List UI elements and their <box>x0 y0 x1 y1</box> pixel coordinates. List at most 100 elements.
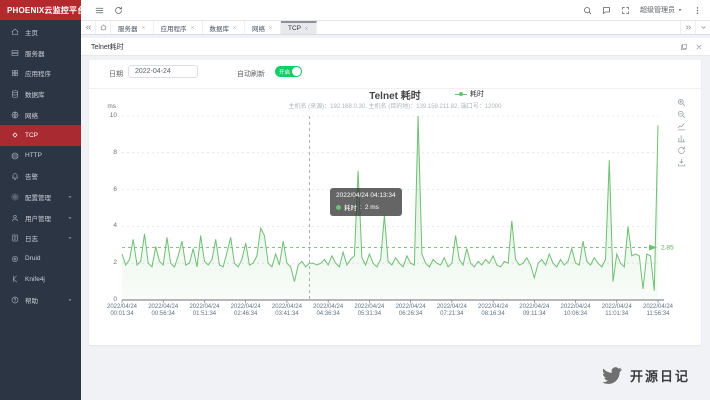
server-icon <box>11 49 19 57</box>
tab-bar: 服务器 应用程序 数据库 网络 TCP <box>81 21 710 35</box>
sidebar-item-配置管理[interactable]: 配置管理 <box>0 187 81 208</box>
home-icon <box>11 28 19 36</box>
x-tick-label: 2022/04/2401:51:34 <box>183 304 225 318</box>
config-icon <box>11 193 19 201</box>
sidebar-item-label: Knife4j <box>25 276 45 283</box>
search-icon[interactable] <box>583 6 592 15</box>
close-tab-icon[interactable] <box>268 25 273 30</box>
sidebar-item-HTTP[interactable]: HTTP <box>0 146 81 167</box>
user-icon <box>11 214 19 222</box>
sidebar-item-应用程序[interactable]: 应用程序 <box>0 63 81 84</box>
average-markline-label: 2.85 <box>661 245 674 252</box>
sidebar-item-label: TCP <box>25 132 38 139</box>
sidebar-item-主页[interactable]: 主页 <box>0 22 81 43</box>
sidebar-item-日志[interactable]: 日志 <box>0 228 81 249</box>
sidebar-item-Druid[interactable]: Druid <box>0 249 81 270</box>
zoom-reset-icon[interactable] <box>677 110 686 119</box>
x-tick-label: 2022/04/2409:11:34 <box>513 304 555 318</box>
x-tick-label: 2022/04/2410:06:34 <box>555 304 597 318</box>
tabs-scroll-left-icon[interactable] <box>81 21 96 34</box>
sidebar-item-TCP[interactable]: TCP <box>0 125 81 146</box>
chart-card: 日期 自动刷新 开启 Telnet 耗时 耗时 主机名 (来源)：192.168… <box>89 60 701 345</box>
x-tick-label: 2022/04/2411:01:34 <box>596 304 638 318</box>
sidebar-item-label: 网络 <box>25 110 38 120</box>
content-area: 日期 自动刷新 开启 Telnet 耗时 耗时 主机名 (来源)：192.168… <box>81 56 710 400</box>
open-in-window-icon[interactable] <box>680 43 688 51</box>
chart-toolbox <box>677 98 686 167</box>
close-tab-icon[interactable] <box>141 25 146 30</box>
main-area: 超级管理员 服务器 应用程序 数据库 网络 TCP Telnet耗时 <box>81 0 710 400</box>
x-tick-label: 2022/04/2400:01:34 <box>101 304 143 318</box>
restore-icon[interactable] <box>677 146 686 155</box>
close-panel-icon[interactable] <box>695 43 703 51</box>
sidebar-item-告警[interactable]: 告警 <box>0 166 81 187</box>
tab-label: 网络 <box>252 23 265 33</box>
tabs-menu-icon[interactable] <box>695 21 710 34</box>
x-tick-label: 2022/04/2408:16:34 <box>472 304 514 318</box>
refresh-icon[interactable] <box>114 6 123 15</box>
tab-TCP[interactable]: TCP <box>281 21 317 34</box>
http-icon <box>11 152 19 160</box>
x-tick-label: 2022/04/2407:21:34 <box>431 304 473 318</box>
y-tick-label: 2 <box>89 259 117 266</box>
hamburger-icon[interactable] <box>95 6 104 15</box>
sidebar-item-label: 应用程序 <box>25 68 51 78</box>
sidebar-item-label: HTTP <box>25 152 42 159</box>
sidebar-item-用户管理[interactable]: 用户管理 <box>0 207 81 228</box>
close-tab-icon[interactable] <box>190 25 195 30</box>
tabs-scroll-right-icon[interactable] <box>680 21 695 34</box>
tab-label: 应用程序 <box>161 23 187 33</box>
panel-header: Telnet耗时 <box>81 38 710 56</box>
chevron-down-icon <box>67 215 73 221</box>
sidebar-item-label: 日志 <box>25 233 38 243</box>
sidebar-item-数据库[interactable]: 数据库 <box>0 84 81 105</box>
kebab-menu-icon[interactable] <box>693 6 702 15</box>
tab-服务器[interactable]: 服务器 <box>111 21 154 34</box>
x-tick-label: 2022/04/2402:46:34 <box>225 304 267 318</box>
y-tick-label: 10 <box>89 112 117 119</box>
tab-网络[interactable]: 网络 <box>245 21 281 34</box>
close-tab-icon[interactable] <box>304 26 309 31</box>
close-tab-icon[interactable] <box>232 25 237 30</box>
sidebar-item-帮助[interactable]: 帮助 <box>0 290 81 311</box>
fullscreen-icon[interactable] <box>621 6 630 15</box>
message-icon[interactable] <box>602 6 611 15</box>
sidebar-item-服务器[interactable]: 服务器 <box>0 43 81 64</box>
sidebar-item-Knife4j[interactable]: Knife4j <box>0 269 81 290</box>
chart-plot[interactable]: 2.85 <box>89 60 701 345</box>
x-tick-label: 2022/04/2403:41:34 <box>266 304 308 318</box>
tab-应用程序[interactable]: 应用程序 <box>154 21 203 34</box>
tab-home-icon[interactable] <box>96 21 111 34</box>
x-tick-label: 2022/04/2404:36:34 <box>307 304 349 318</box>
page-title: Telnet耗时 <box>81 42 124 52</box>
y-tick-label: 6 <box>89 186 117 193</box>
line-chart-icon[interactable] <box>677 122 686 131</box>
y-tick-label: 0 <box>89 296 117 303</box>
tab-label: 服务器 <box>118 23 138 33</box>
chevron-down-icon <box>67 297 73 303</box>
bar-chart-icon[interactable] <box>677 134 686 143</box>
tab-label: 数据库 <box>210 23 230 33</box>
sidebar-item-label: 告警 <box>25 171 38 181</box>
sidebar: PHOENIX云监控平台 主页服务器应用程序数据库网络TCPHTTP告警配置管理… <box>0 0 81 400</box>
app-icon <box>11 69 19 77</box>
user-menu[interactable]: 超级管理员 <box>640 5 683 15</box>
database-icon <box>11 90 19 98</box>
sidebar-item-网络[interactable]: 网络 <box>0 104 81 125</box>
sidebar-item-label: 帮助 <box>25 295 38 305</box>
network-icon <box>11 111 19 119</box>
chevron-down-icon <box>67 194 73 200</box>
sidebar-menu: 主页服务器应用程序数据库网络 TCP HTTP 告警配置管理用户管理日志 Druid Kn… <box>0 20 81 400</box>
phoenix-monitoring-app: PHOENIX云监控平台 主页服务器应用程序数据库网络TCPHTTP告警配置管理… <box>0 0 710 400</box>
watermark-text: 开源日记 <box>630 366 690 385</box>
tab-数据库[interactable]: 数据库 <box>203 21 246 34</box>
knife4j-icon <box>11 275 19 283</box>
watermark: 开源日记 <box>599 365 690 386</box>
zoom-select-icon[interactable] <box>677 98 686 107</box>
tab-label: TCP <box>288 25 301 32</box>
save-image-icon[interactable] <box>677 158 686 167</box>
y-tick-label: 8 <box>89 149 117 156</box>
sidebar-item-label: 数据库 <box>25 89 45 99</box>
top-navbar: 超级管理员 <box>81 0 710 21</box>
x-tick-label: 2022/04/2406:26:34 <box>390 304 432 318</box>
